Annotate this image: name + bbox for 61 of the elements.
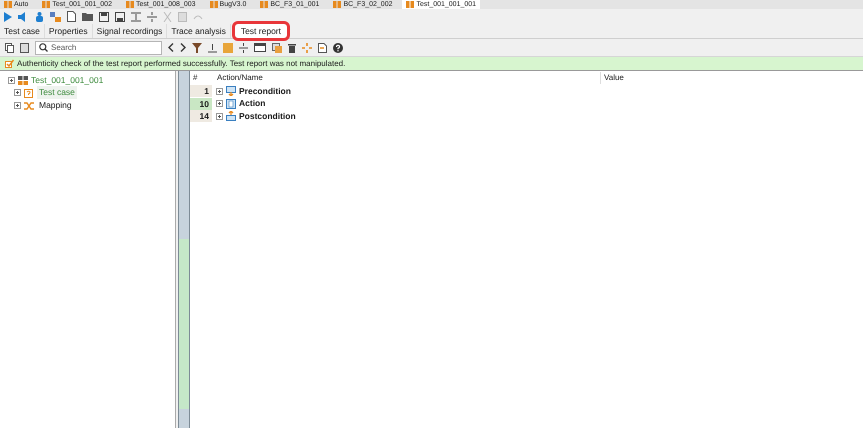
- filter-icon[interactable]: [192, 42, 202, 52]
- import-icon[interactable]: [318, 42, 327, 52]
- row-number: 14: [190, 110, 212, 122]
- tree-item[interactable]: Test_001_001_001: [31, 74, 104, 86]
- new-file-icon[interactable]: [67, 11, 76, 22]
- grid-icon: [210, 1, 218, 8]
- expand-icon[interactable]: [216, 112, 223, 120]
- grid-icon: [333, 1, 342, 8]
- search-field[interactable]: Search: [35, 40, 162, 54]
- check-icon: [5, 59, 14, 68]
- expand-icon[interactable]: [216, 100, 223, 108]
- window-icon[interactable]: [254, 43, 266, 52]
- help-icon[interactable]: [333, 42, 343, 52]
- row-number: 1: [190, 85, 212, 98]
- align-icon[interactable]: [131, 12, 141, 22]
- grid-icon: [126, 1, 134, 8]
- align-icon[interactable]: [239, 42, 248, 52]
- save-icon[interactable]: [99, 12, 109, 22]
- view-tab[interactable]: Test case: [0, 24, 45, 38]
- column-header: Action/Name: [214, 72, 601, 84]
- column-header: #: [192, 72, 198, 84]
- folder-icon[interactable]: [82, 12, 93, 21]
- view-tab[interactable]: Trace analysis: [167, 24, 231, 38]
- grid-icon: [260, 1, 268, 8]
- grid-icon: [18, 76, 28, 84]
- tray-icon: [226, 111, 236, 122]
- column-header: Value: [603, 72, 624, 84]
- expand-icon[interactable]: [8, 76, 15, 84]
- view-tab[interactable]: Signal recordings: [92, 24, 168, 38]
- tree-item[interactable]: Mapping: [37, 99, 74, 112]
- play-icon[interactable]: [3, 12, 12, 22]
- expand-icon[interactable]: [14, 89, 21, 96]
- copy-icon[interactable]: [5, 42, 14, 52]
- grid-icon: [42, 1, 50, 8]
- forward-icon[interactable]: [180, 43, 186, 52]
- step-name[interactable]: Action: [239, 97, 266, 110]
- view-tab[interactable]: Properties: [44, 24, 93, 38]
- row-number: 10: [190, 98, 212, 110]
- step-name[interactable]: Postcondition: [239, 110, 296, 123]
- grid-icon: [4, 1, 12, 8]
- search-icon: [39, 43, 48, 52]
- tree-item[interactable]: Test case: [37, 86, 77, 99]
- align-icon[interactable]: [208, 42, 217, 52]
- step-name[interactable]: Precondition: [239, 84, 291, 98]
- tool-icon[interactable]: [50, 12, 61, 22]
- view-tab[interactable]: Test report: [234, 24, 287, 38]
- expand-icon[interactable]: [14, 102, 21, 109]
- save-as-icon[interactable]: [115, 12, 125, 22]
- align-icon[interactable]: [147, 12, 157, 22]
- trash-icon[interactable]: [288, 42, 296, 52]
- monitor-icon: [226, 86, 236, 96]
- shuffle-icon: [24, 100, 34, 110]
- panel-icon: [226, 98, 236, 109]
- expand-icon[interactable]: [216, 88, 223, 95]
- paste-icon[interactable]: [20, 42, 29, 52]
- banner-text: Authenticity check of the test report performed successfully. Test report was not manipulated.: [17, 58, 346, 70]
- back-icon[interactable]: [168, 43, 174, 52]
- clipboard-icon: [24, 88, 34, 98]
- figure-icon[interactable]: [35, 12, 44, 22]
- grid-icon: [406, 1, 414, 8]
- stack-icon[interactable]: [272, 42, 282, 52]
